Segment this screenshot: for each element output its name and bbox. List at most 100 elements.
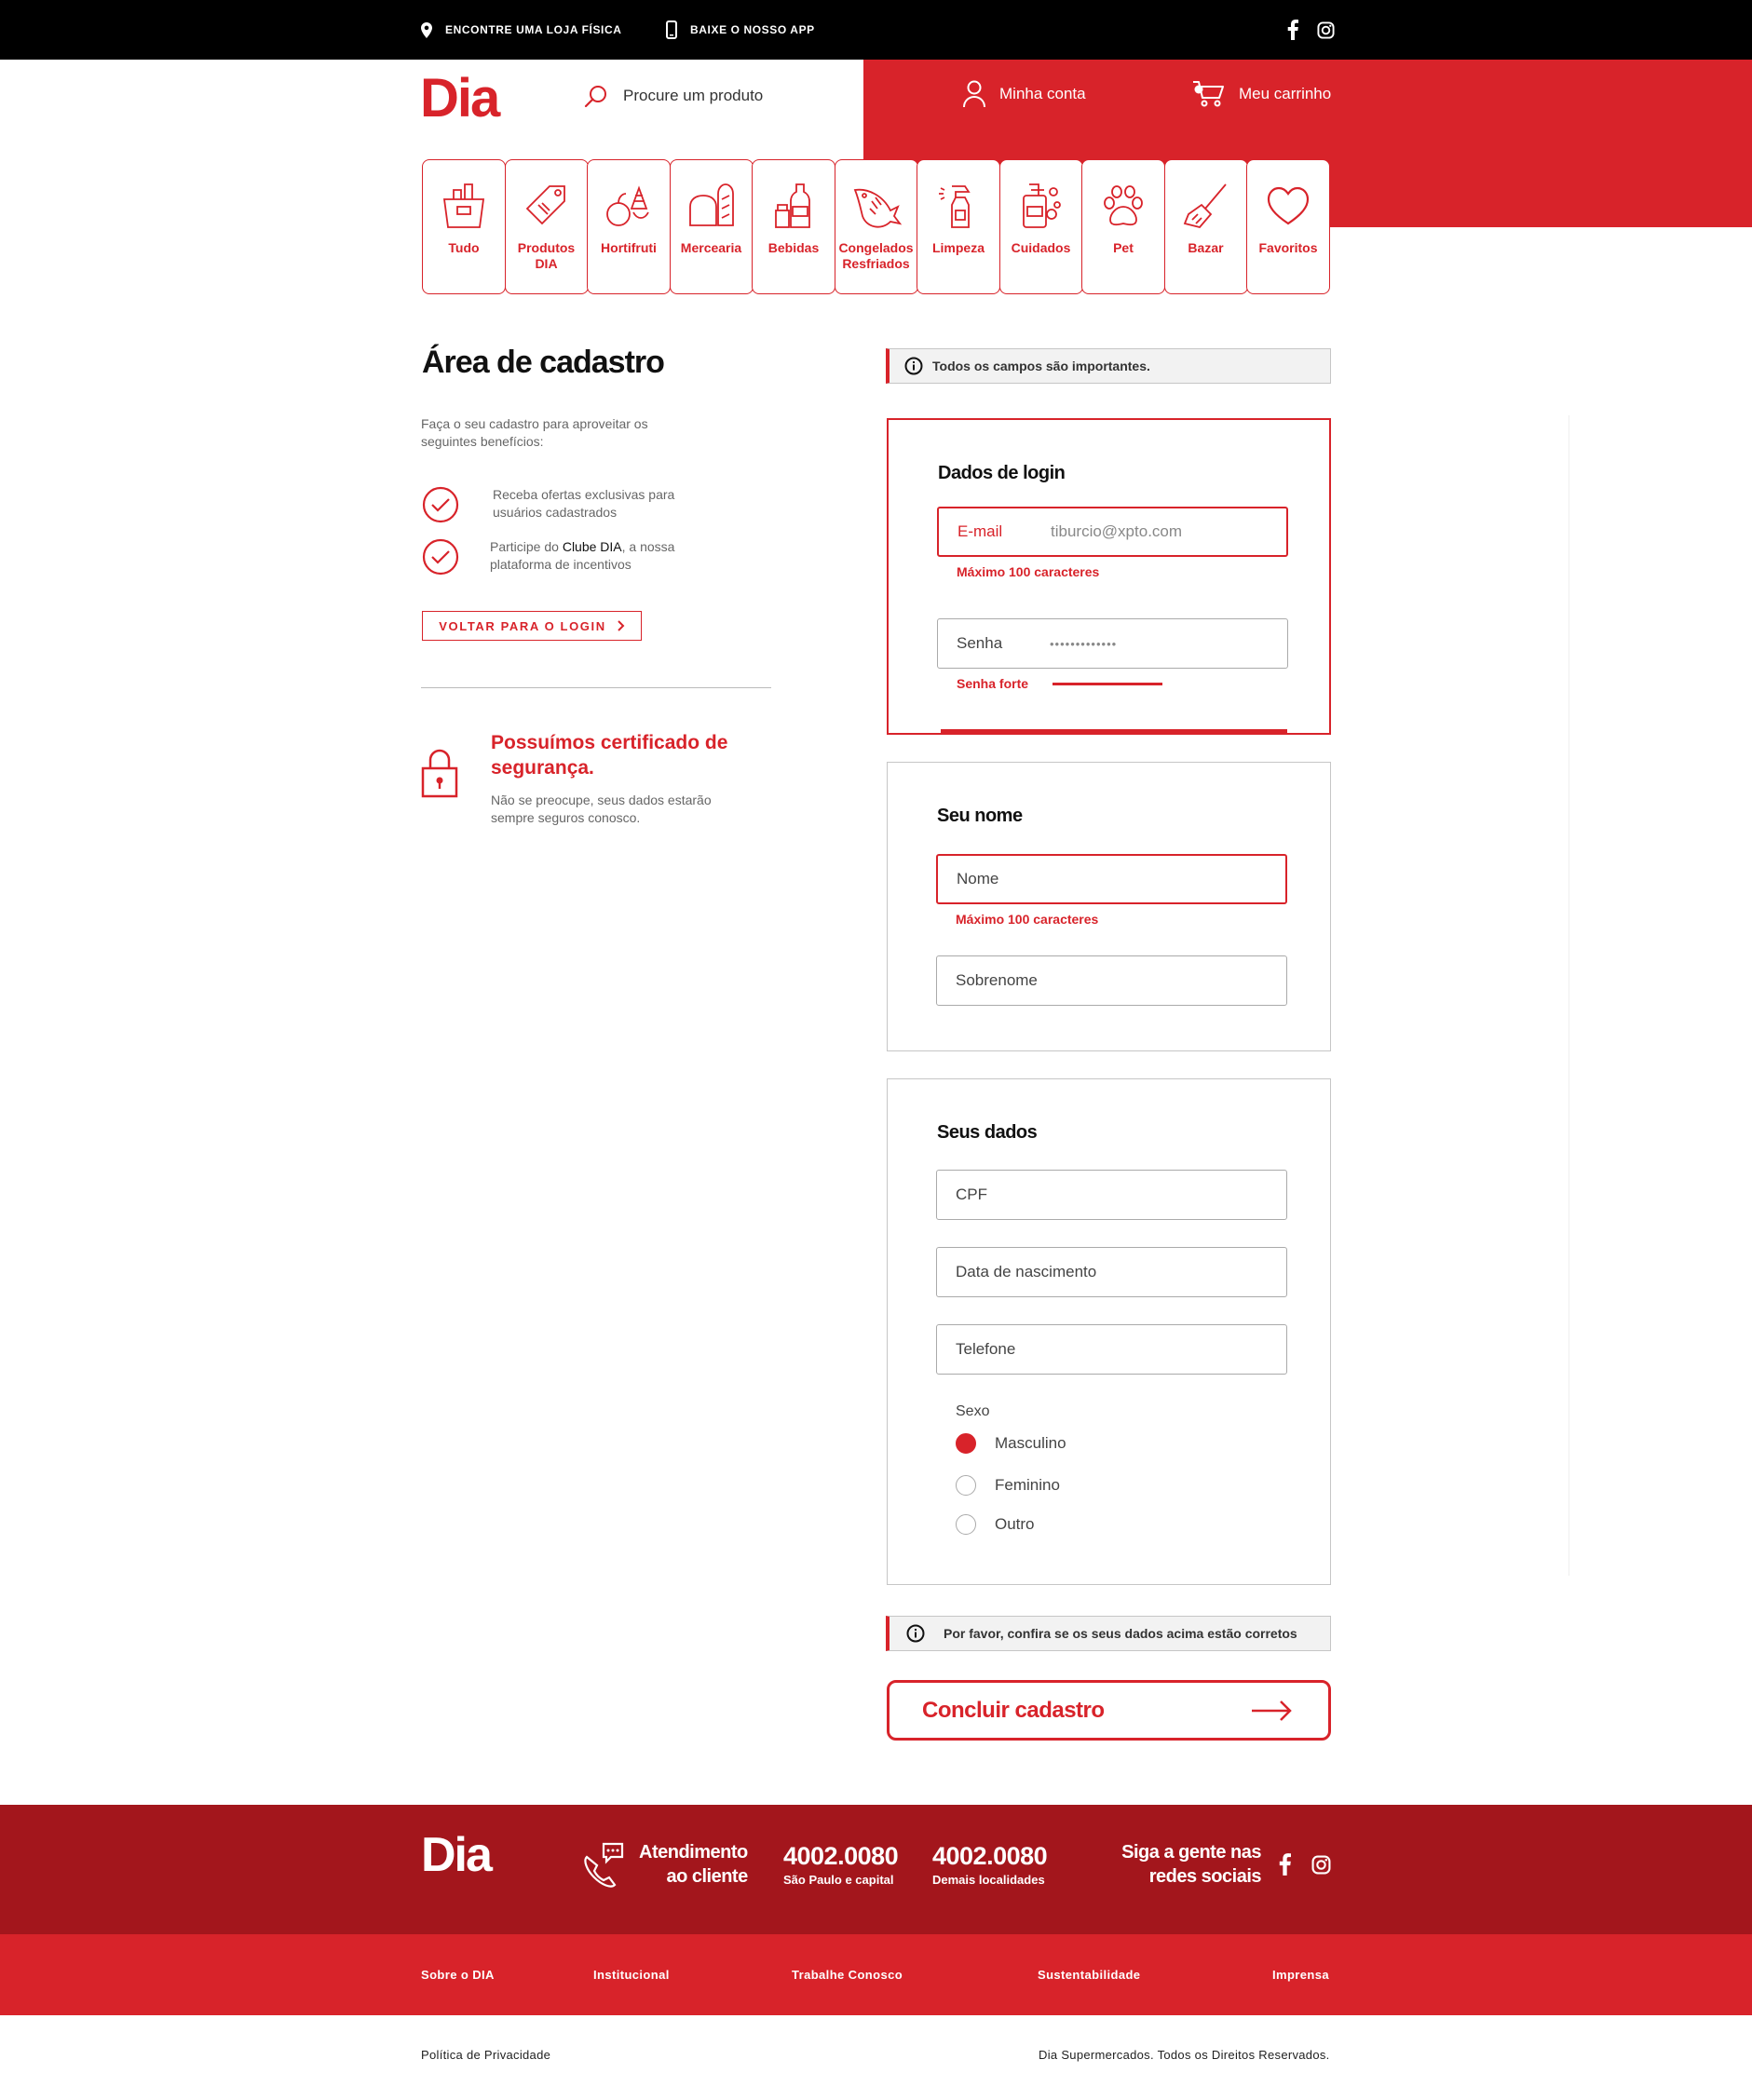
benefit-text: Participe do Clube DIA, a nossa platafor… bbox=[490, 538, 704, 574]
paw-icon bbox=[1104, 185, 1143, 226]
footer-link-sobre[interactable]: Sobre o DIA bbox=[421, 1934, 495, 2015]
privacy-policy-link[interactable]: Política de Privacidade bbox=[421, 2048, 550, 2062]
phone-sp[interactable]: 4002.0080 São Paulo e capital bbox=[783, 1842, 899, 1887]
panel-progress-bar bbox=[941, 729, 1287, 733]
instagram-icon[interactable] bbox=[1311, 1855, 1331, 1875]
category-favoritos[interactable]: Favoritos bbox=[1246, 159, 1330, 294]
footer-link-trabalhe[interactable]: Trabalhe Conosco bbox=[792, 1934, 903, 2015]
arrow-right-icon bbox=[1252, 1700, 1292, 1721]
grocery-bag-icon bbox=[442, 183, 485, 228]
sex-label: Sexo bbox=[956, 1403, 990, 1419]
my-account-link[interactable]: Minha conta bbox=[962, 80, 1086, 108]
category-bazar[interactable]: Bazar bbox=[1163, 159, 1248, 294]
price-tag-icon bbox=[525, 185, 565, 225]
category-label: Bebidas bbox=[767, 240, 820, 255]
category-nav: Tudo Produtos DIA Hortifruti Mercearia B… bbox=[422, 159, 1330, 294]
benefit-text-pre: Participe do bbox=[490, 539, 563, 554]
download-app-link[interactable]: BAIXE O NOSSO APP bbox=[666, 0, 815, 60]
topbar-instagram-link[interactable] bbox=[1317, 0, 1348, 60]
first-name-hint: Máximo 100 caracteres bbox=[956, 912, 1099, 927]
security-title: Possuímos certificado de segurança. bbox=[491, 732, 728, 779]
spray-bottle-icon bbox=[939, 185, 971, 228]
login-panel: Dados de login E-mail tiburcio@xpto.com … bbox=[887, 418, 1331, 735]
phone-field[interactable]: Telefone bbox=[936, 1324, 1287, 1375]
cpf-field[interactable]: CPF bbox=[936, 1170, 1287, 1220]
submit-button[interactable]: Concluir cadastro bbox=[887, 1680, 1331, 1741]
social-label-line2: redes sociais bbox=[1148, 1866, 1262, 1887]
footer-link-sustentabilidade[interactable]: Sustentabilidade bbox=[1038, 1934, 1140, 2015]
radio-masculino[interactable]: Masculino bbox=[956, 1433, 1066, 1454]
info-notice-text: Todos os campos são importantes. bbox=[932, 359, 1150, 373]
topbar-facebook-link[interactable] bbox=[1287, 0, 1311, 60]
last-name-field[interactable]: Sobrenome bbox=[936, 955, 1287, 1006]
fish-icon bbox=[853, 188, 902, 228]
category-pet[interactable]: Pet bbox=[1081, 159, 1165, 294]
benefit-item: Participe do Clube DIA, a nossa platafor… bbox=[422, 538, 704, 576]
phone-other[interactable]: 4002.0080 Demais localidades bbox=[932, 1842, 1048, 1887]
padlock-icon bbox=[421, 749, 458, 798]
category-limpeza[interactable]: Limpeza bbox=[917, 159, 1000, 294]
first-name-field[interactable]: Nome bbox=[936, 854, 1287, 904]
birth-date-placeholder: Data de nascimento bbox=[956, 1263, 1097, 1280]
radio-outro[interactable]: Outro bbox=[956, 1514, 1035, 1535]
radio-label: Feminino bbox=[995, 1476, 1060, 1494]
category-label: Bazar bbox=[1188, 240, 1224, 255]
my-cart-link[interactable]: Meu carrinho bbox=[1192, 80, 1331, 108]
customer-service: Atendimento ao cliente bbox=[577, 1840, 748, 1889]
category-label: Limpeza bbox=[931, 240, 985, 255]
info-notice-bottom: Por favor, confira se os seus dados acim… bbox=[886, 1616, 1331, 1651]
security-text: Não se preocupe, seus dados estarão semp… bbox=[491, 793, 712, 825]
search-placeholder: Procure um produto bbox=[623, 87, 764, 104]
customer-service-label: Atendimento ao cliente bbox=[639, 1840, 748, 1889]
benefit-item: Receba ofertas exclusivas para usuários … bbox=[422, 486, 707, 523]
category-label: Cuidados bbox=[1011, 240, 1071, 255]
category-label: Favoritos bbox=[1258, 240, 1318, 255]
social-label-line1: Siga a gente nas bbox=[1121, 1842, 1261, 1863]
email-value: tiburcio@xpto.com bbox=[1051, 522, 1183, 540]
info-notice-text: Por favor, confira se os seus dados acim… bbox=[944, 1626, 1297, 1641]
category-label: Hortifruti bbox=[601, 240, 657, 255]
footer-link-imprensa[interactable]: Imprensa bbox=[1272, 1934, 1329, 2015]
personal-data-panel: Seus dados CPF Data de nascimento Telefo… bbox=[887, 1078, 1331, 1585]
phone-chat-icon bbox=[584, 1842, 624, 1888]
category-produtos-dia[interactable]: Produtos DIA bbox=[504, 159, 589, 294]
dia-logo[interactable]: Dia bbox=[420, 69, 500, 129]
category-hortifruti[interactable]: Hortifruti bbox=[587, 159, 671, 294]
search-box[interactable]: Procure um produto bbox=[584, 84, 763, 108]
info-icon bbox=[906, 1624, 925, 1643]
birth-date-field[interactable]: Data de nascimento bbox=[936, 1247, 1287, 1297]
email-field[interactable]: E-mail tiburcio@xpto.com bbox=[937, 507, 1288, 557]
soap-bottle-icon bbox=[1022, 183, 1061, 228]
top-bar: ENCONTRE UMA LOJA FÍSICA BAIXE O NOSSO A… bbox=[0, 0, 1752, 60]
customer-service-line1: Atendimento bbox=[639, 1842, 748, 1863]
find-store-link[interactable]: ENCONTRE UMA LOJA FÍSICA bbox=[421, 0, 622, 60]
my-cart-label: Meu carrinho bbox=[1239, 85, 1332, 102]
category-label: Tudo bbox=[448, 240, 480, 255]
submit-label: Concluir cadastro bbox=[922, 1697, 1105, 1723]
radio-feminino[interactable]: Feminino bbox=[956, 1475, 1060, 1496]
footer-link-institucional[interactable]: Institucional bbox=[593, 1934, 670, 2015]
intro-text: Faça o seu cadastro para aproveitar os s… bbox=[421, 416, 648, 449]
info-notice-top: Todos os campos são importantes. bbox=[886, 348, 1331, 384]
category-congelados[interactable]: Congelados Resfriados bbox=[834, 159, 918, 294]
fruits-icon bbox=[606, 185, 649, 226]
chevron-right-icon bbox=[617, 620, 625, 631]
password-field[interactable]: Senha ••••••••••••• bbox=[937, 618, 1288, 669]
smartphone-icon bbox=[666, 20, 677, 39]
radio-dot bbox=[956, 1514, 976, 1535]
instagram-icon bbox=[1317, 20, 1335, 39]
customer-service-line2: ao cliente bbox=[666, 1866, 748, 1887]
radio-label: Outro bbox=[995, 1515, 1035, 1533]
back-to-login-button[interactable]: VOLTAR PARA O LOGIN bbox=[422, 611, 642, 641]
divider bbox=[421, 687, 771, 688]
email-hint: Máximo 100 caracteres bbox=[957, 564, 1100, 579]
category-cuidados[interactable]: Cuidados bbox=[998, 159, 1083, 294]
clube-dia-link[interactable]: Clube DIA bbox=[563, 539, 622, 554]
facebook-icon[interactable] bbox=[1279, 1853, 1291, 1876]
footer-logo[interactable]: Dia bbox=[421, 1827, 493, 1883]
category-bebidas[interactable]: Bebidas bbox=[752, 159, 835, 294]
category-label: Mercearia bbox=[680, 240, 742, 255]
info-icon bbox=[904, 357, 923, 375]
category-tudo[interactable]: Tudo bbox=[422, 159, 506, 294]
category-mercearia[interactable]: Mercearia bbox=[669, 159, 754, 294]
